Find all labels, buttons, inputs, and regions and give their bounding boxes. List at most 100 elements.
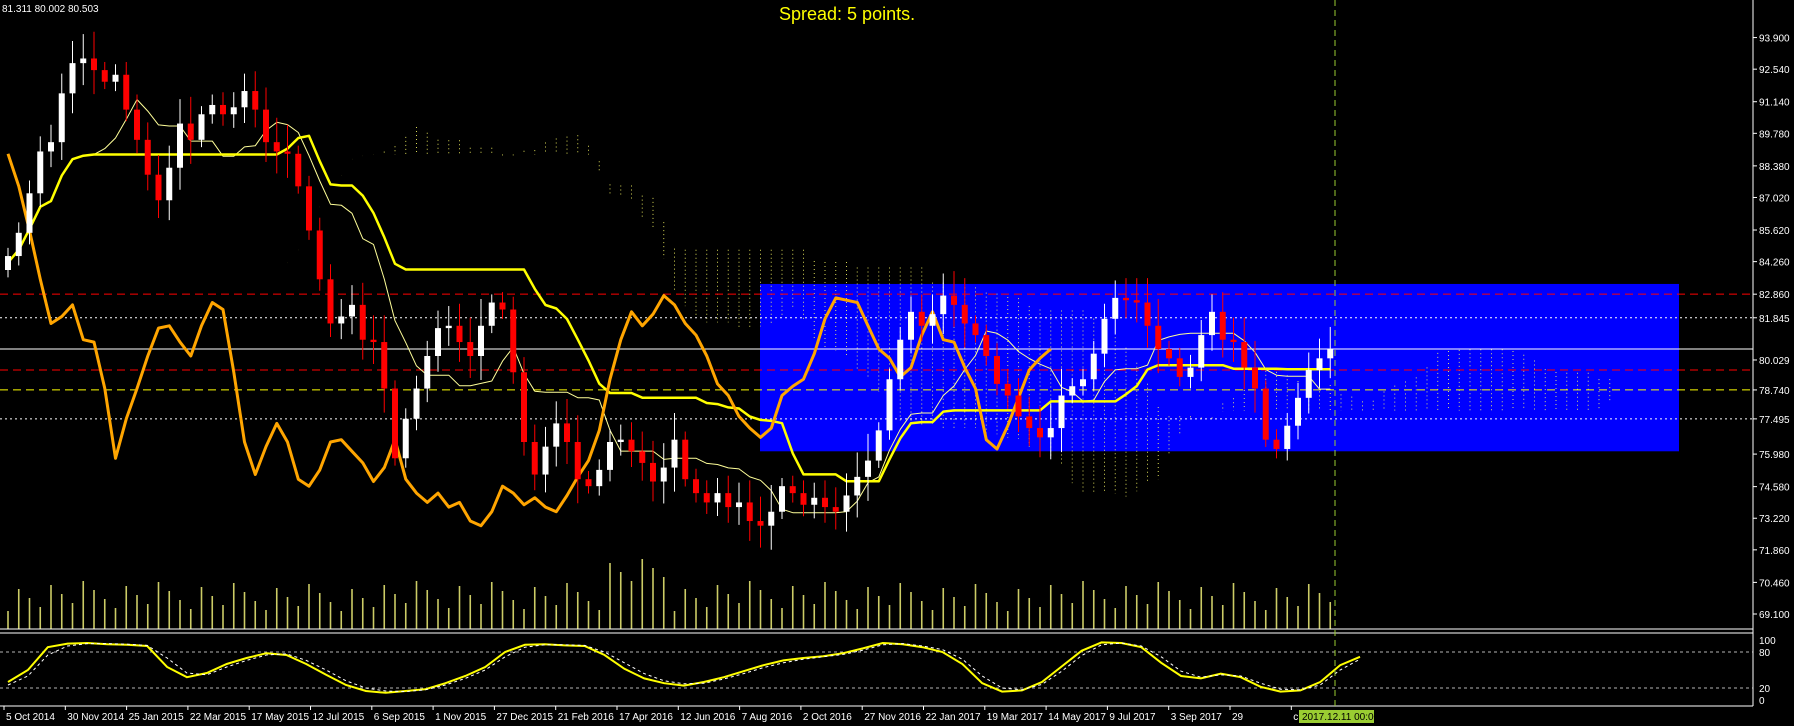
candle-body xyxy=(1069,386,1076,396)
candle-body xyxy=(112,74,119,82)
candle-body xyxy=(531,442,538,475)
candle-body xyxy=(478,325,484,356)
candle-body xyxy=(58,93,65,143)
candle-body xyxy=(91,58,97,71)
candle-body xyxy=(865,460,871,477)
price-tick-label: 85.620 xyxy=(1759,226,1790,237)
price-tick-label: 88.380 xyxy=(1759,162,1790,173)
candle-body xyxy=(929,314,936,326)
candle-body xyxy=(1004,383,1011,396)
candle-body xyxy=(1037,428,1043,438)
candle-body xyxy=(607,442,613,470)
candle-body xyxy=(1176,358,1183,377)
candle-body xyxy=(5,256,11,270)
candle-body xyxy=(1198,335,1205,368)
time-tick-label: 17 May 2015 xyxy=(251,712,309,723)
candle-body xyxy=(1015,395,1022,417)
candle-body xyxy=(381,342,388,389)
candle-body xyxy=(596,469,603,487)
chart-canvas[interactable]: 93.900 92.540 91.140 89.780 88.380 87.020 85.6… xyxy=(0,0,1794,726)
candle-body xyxy=(488,302,495,326)
candle-body xyxy=(1112,297,1119,319)
candle-body xyxy=(832,507,839,512)
candle-body xyxy=(693,479,699,494)
candle-body xyxy=(1058,395,1065,429)
price-tick-label: 69.100 xyxy=(1759,610,1790,621)
candle-body xyxy=(628,439,635,452)
price-tick-label: 84.260 xyxy=(1759,258,1790,269)
candle-body xyxy=(542,446,549,475)
candle-body xyxy=(1209,311,1215,336)
time-tick-label: 29 xyxy=(1232,712,1244,723)
candle-body xyxy=(918,311,925,326)
candle-body xyxy=(897,339,904,380)
price-tick-label: 93.900 xyxy=(1759,34,1790,45)
time-tick-label: 30 Nov 2014 xyxy=(67,712,124,723)
stoch-tick-label: 100 xyxy=(1759,636,1776,647)
candle-body xyxy=(370,339,377,343)
candle-body xyxy=(1219,311,1226,340)
candle-body xyxy=(908,311,914,340)
candle-body xyxy=(144,139,151,175)
time-tick-label: 14 May 2017 xyxy=(1048,712,1106,723)
candle-body xyxy=(123,74,130,110)
candle-body xyxy=(338,316,345,324)
candle-body xyxy=(499,302,506,310)
candle-body xyxy=(714,493,721,503)
time-tick-label: 21 Feb 2016 xyxy=(558,712,615,723)
candle-body xyxy=(241,91,248,108)
candle-body xyxy=(564,423,570,442)
candle-body xyxy=(854,476,861,496)
candle-body xyxy=(510,309,517,373)
time-tick-label: 12 Jul 2015 xyxy=(313,712,365,723)
candle-body xyxy=(650,462,656,482)
stoch-tick-label: 80 xyxy=(1759,648,1771,659)
time-marker-label: 2017.12.11 00:00 xyxy=(1302,712,1380,723)
candle-body xyxy=(402,418,409,459)
candle-body xyxy=(875,430,882,461)
candle-body xyxy=(1262,388,1269,440)
candle-body xyxy=(682,439,689,480)
time-tick-label: 22 Jan 2017 xyxy=(926,712,981,723)
candle-body xyxy=(295,153,302,187)
price-tick-label: 77.495 xyxy=(1759,415,1790,426)
candle-body xyxy=(757,521,764,526)
candle-body xyxy=(456,325,463,343)
time-tick-label: 6 Sep 2015 xyxy=(374,712,426,723)
candle-body xyxy=(177,123,183,168)
price-tick-label: 71.860 xyxy=(1759,546,1790,557)
ohlc-readout: 81.311 80.002 80.503 xyxy=(2,4,99,15)
candle-body xyxy=(392,388,398,459)
candle-body xyxy=(1101,318,1108,354)
time-tick-label: 27 Dec 2015 xyxy=(496,712,553,723)
candle-body xyxy=(811,497,818,505)
candle-body xyxy=(1230,339,1237,343)
candle-body xyxy=(220,104,226,115)
candle-body xyxy=(69,63,76,94)
candle-body xyxy=(1327,349,1334,359)
candle-body xyxy=(886,379,893,431)
time-tick-label: 17 Apr 2016 xyxy=(619,712,673,723)
candle-body xyxy=(789,486,796,494)
candle-body xyxy=(940,295,947,315)
candle-body xyxy=(736,502,742,508)
candle-body xyxy=(26,193,33,233)
candle-body xyxy=(725,493,732,508)
candle-body xyxy=(445,325,452,329)
time-tick-label: 9 Jul 2017 xyxy=(1109,712,1156,723)
candle-body xyxy=(574,442,581,480)
candle-body xyxy=(1316,358,1323,370)
candle-body xyxy=(48,142,54,152)
candle-body xyxy=(284,151,291,154)
candle-body xyxy=(1252,367,1258,389)
stoch-tick-label: 0 xyxy=(1759,696,1765,707)
candle-body xyxy=(155,174,162,201)
spread-label: Spread: 5 points. xyxy=(779,4,915,24)
candle-body xyxy=(951,295,957,305)
candle-body xyxy=(198,114,205,140)
candle-body xyxy=(80,58,87,64)
price-tick-label: 80.029 xyxy=(1759,356,1790,367)
time-tick-label: 12 Jun 2016 xyxy=(680,712,735,723)
candle-body xyxy=(660,467,667,482)
time-tick-label: 25 Jan 2015 xyxy=(129,712,184,723)
